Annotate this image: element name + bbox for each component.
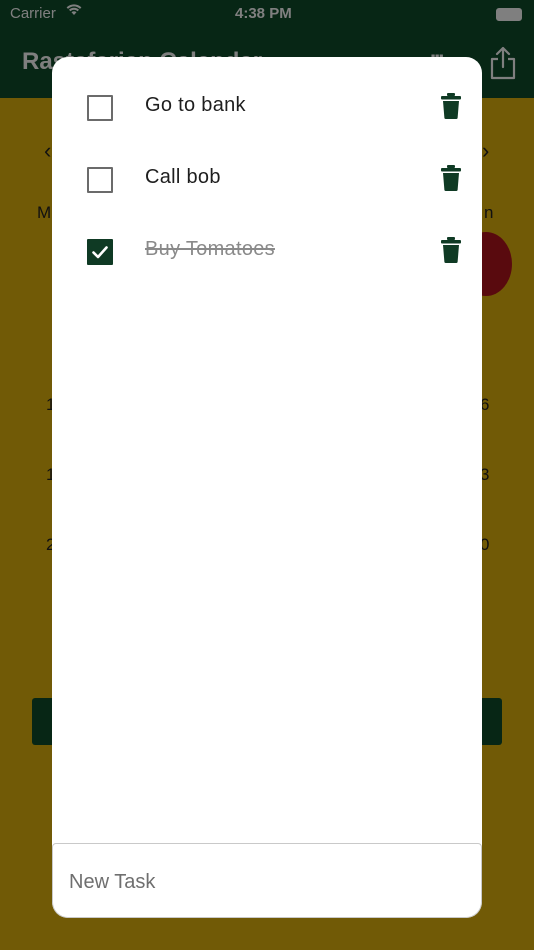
new-task-input[interactable] [67, 866, 451, 898]
task-checkbox[interactable] [87, 239, 113, 265]
task-row: Call bob [52, 163, 482, 235]
task-label[interactable]: Buy Tomatoes [145, 238, 275, 261]
task-checkbox[interactable] [87, 167, 113, 193]
task-list: Go to bank Call bob Buy Tomatoes [52, 91, 482, 307]
task-row: Buy Tomatoes [52, 235, 482, 307]
task-checkbox[interactable] [87, 95, 113, 121]
task-label[interactable]: Call bob [145, 166, 221, 189]
task-label[interactable]: Go to bank [145, 94, 246, 117]
checkmark-icon [92, 246, 108, 259]
new-task-container [52, 843, 482, 918]
task-row: Go to bank [52, 91, 482, 163]
trash-icon[interactable] [441, 165, 461, 191]
trash-icon[interactable] [441, 237, 461, 263]
task-modal: Go to bank Call bob Buy Tomatoes [52, 57, 482, 918]
trash-icon[interactable] [441, 93, 461, 119]
